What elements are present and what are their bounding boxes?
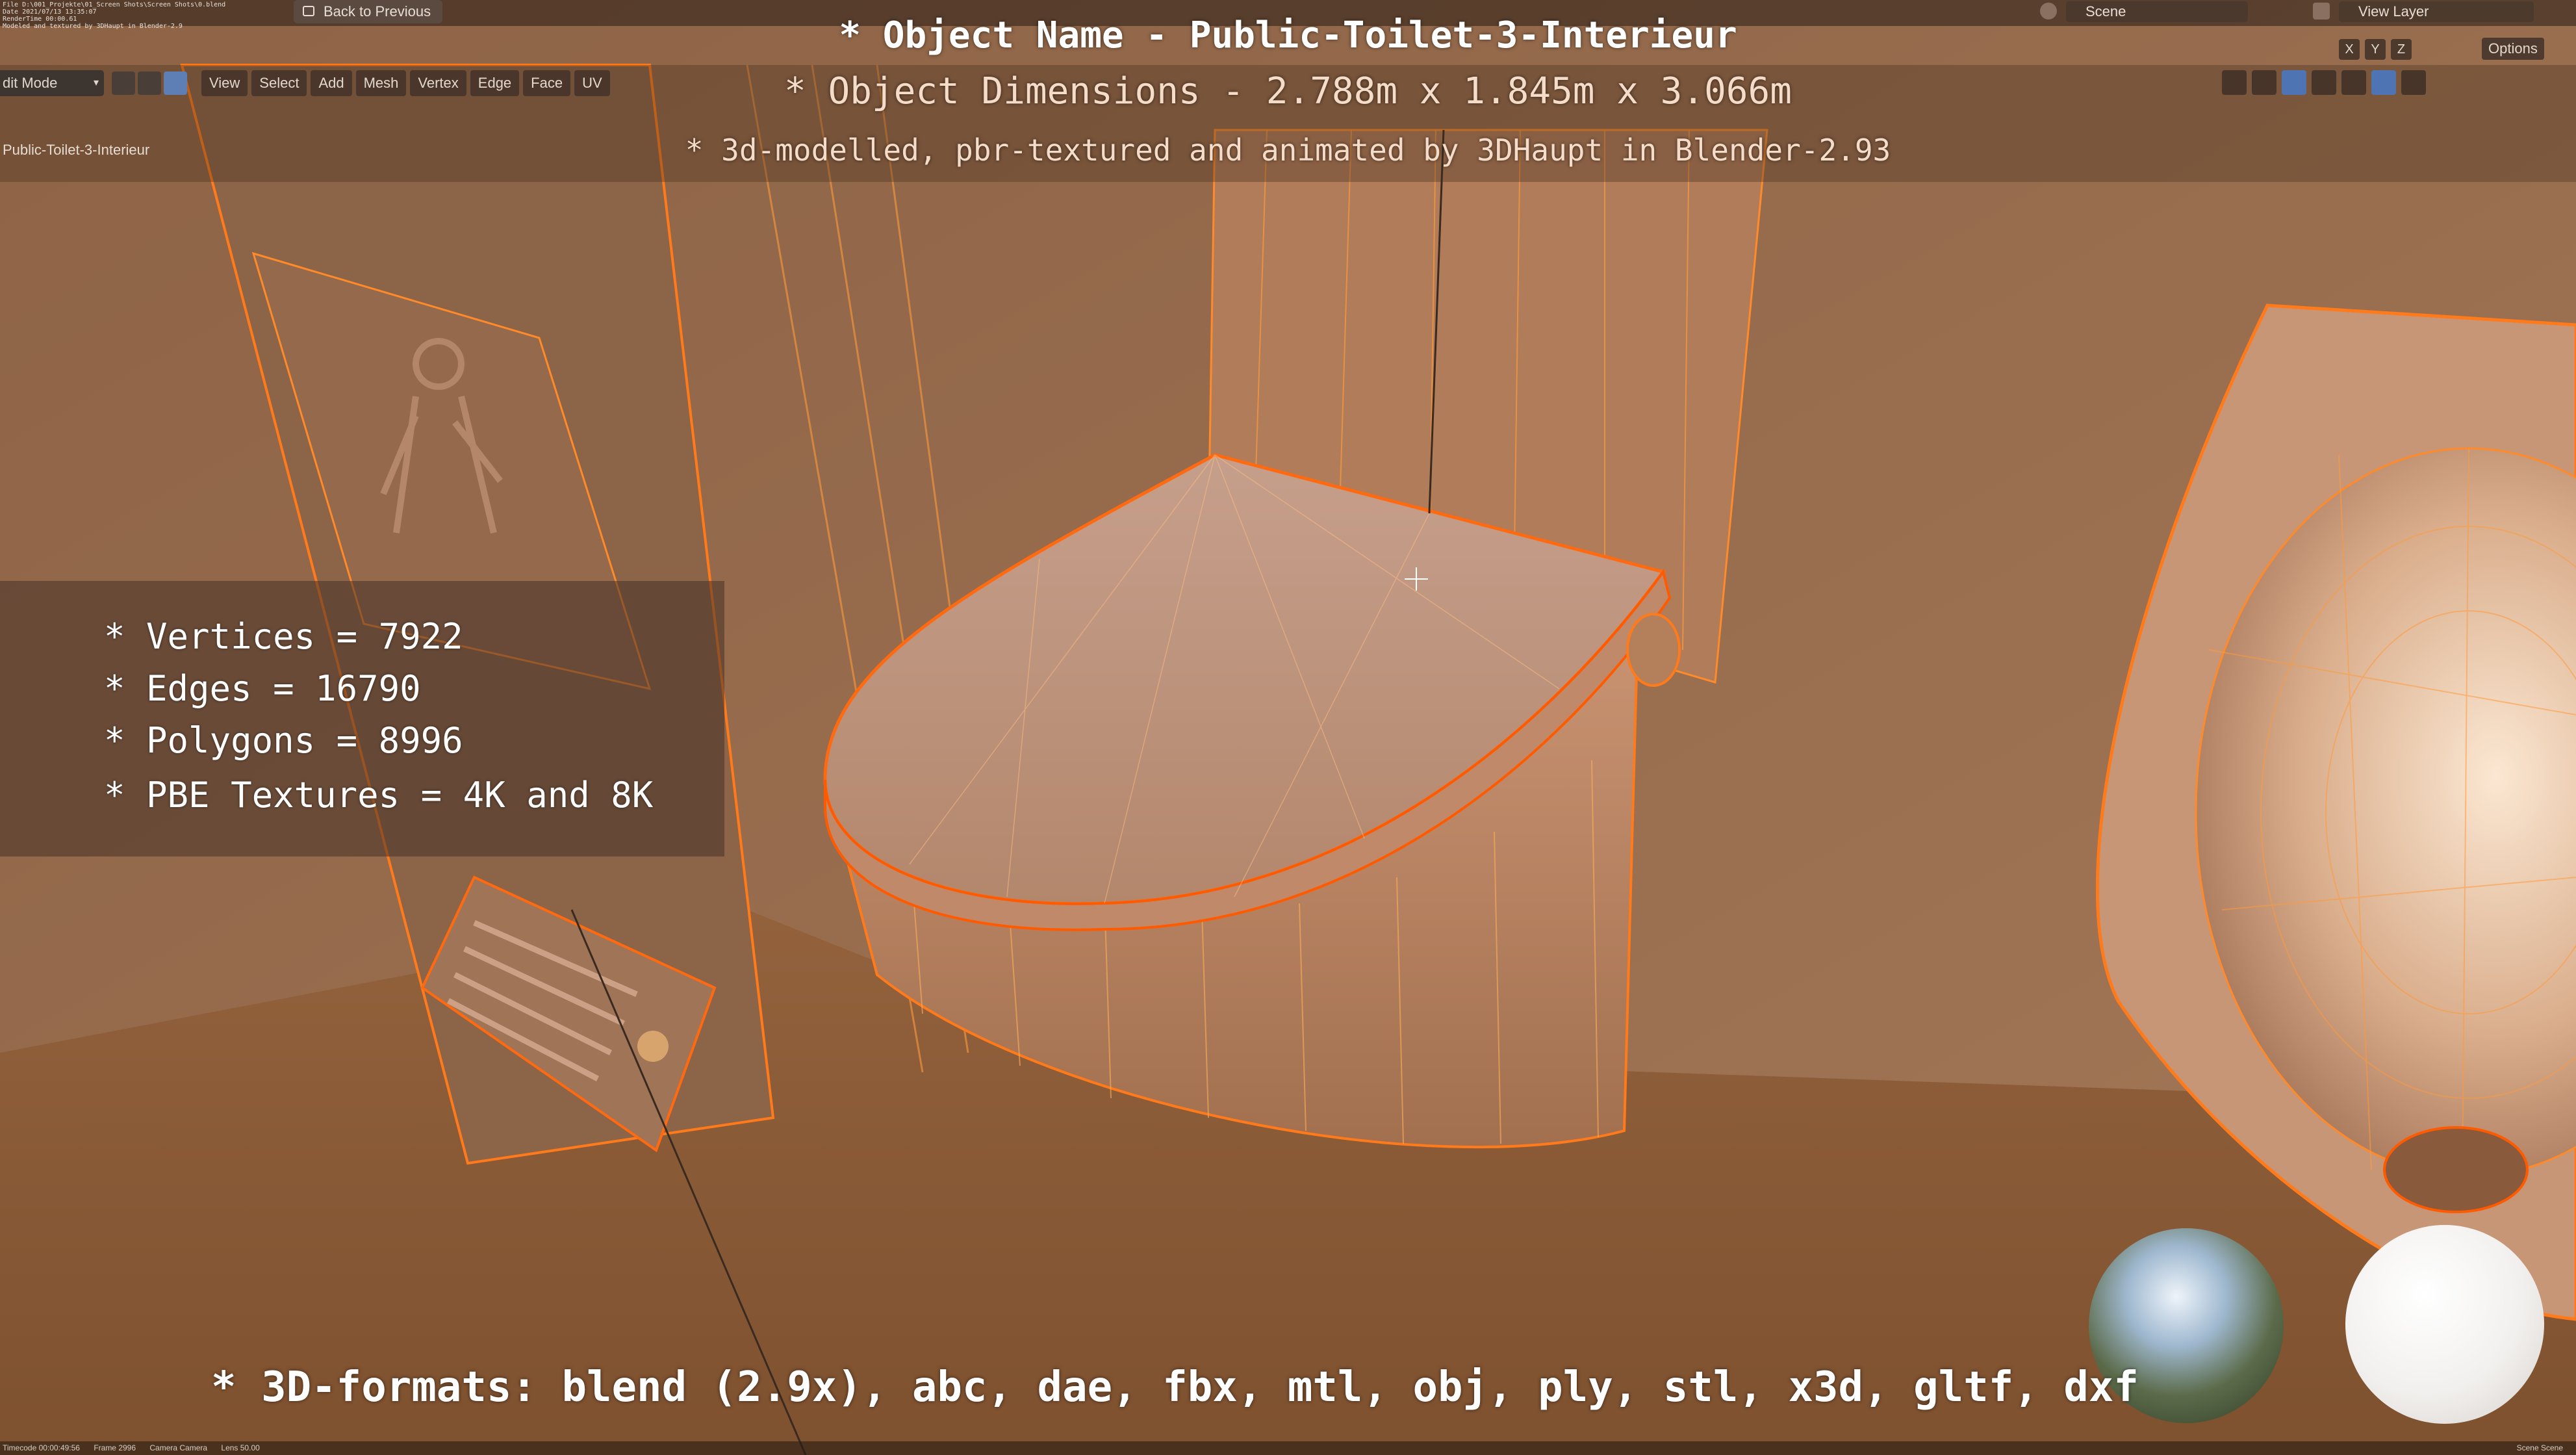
frame-text: Frame 2996 bbox=[94, 1443, 136, 1452]
camera-text: Camera Camera bbox=[149, 1443, 208, 1452]
textures-stat: * PBE Textures = 4K and 8K bbox=[104, 775, 654, 816]
file-info-line-1: File D:\001_Projekte\01_Screen Shots\Scr… bbox=[3, 1, 226, 8]
3d-cursor-icon[interactable] bbox=[1405, 567, 1428, 591]
status-bar: Timecode 00:00:49:56 Frame 2996 Camera C… bbox=[0, 1441, 2576, 1455]
lens-text: Lens 50.00 bbox=[221, 1443, 260, 1452]
object-name-title: * Object Name - Public-Toilet-3-Interieu… bbox=[839, 14, 1737, 57]
object-dimensions-text: * Object Dimensions - 2.788m x 1.845m x … bbox=[784, 70, 1792, 112]
edges-stat: * Edges = 16790 bbox=[104, 668, 421, 709]
timecode-text: Timecode 00:00:49:56 bbox=[3, 1443, 80, 1452]
vertices-stat: * Vertices = 7922 bbox=[104, 616, 463, 657]
material-preview-sphere bbox=[2345, 1225, 2544, 1424]
credit-text: * 3d-modelled, pbr-textured and animated… bbox=[685, 133, 1891, 168]
scene-status-text: Scene Scene bbox=[2516, 1443, 2563, 1452]
formats-text: * 3D-formats: blend (2.9x), abc, dae, fb… bbox=[211, 1363, 2139, 1411]
polygons-stat: * Polygons = 8996 bbox=[104, 720, 463, 761]
